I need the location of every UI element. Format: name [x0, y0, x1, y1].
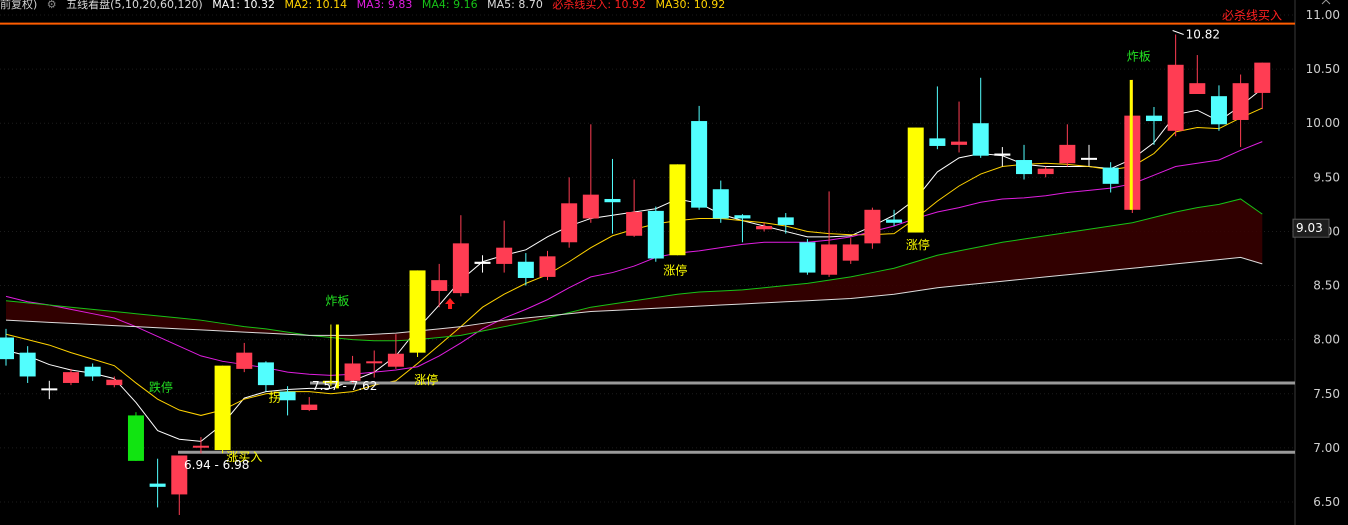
candle-body [799, 242, 816, 273]
signal-annotation: 涨停 [663, 263, 687, 278]
y-tick-label: 9.50 [1313, 170, 1340, 184]
candle-body [1081, 157, 1097, 160]
signal-annotation: 涨停 [906, 237, 930, 252]
candle-body [756, 226, 773, 230]
support-range-label: 6.94 - 6.98 [184, 458, 249, 472]
candle-body [431, 280, 448, 291]
y-tick-label: 6.50 [1313, 495, 1340, 509]
candle-body [626, 211, 643, 236]
candle-body [777, 217, 794, 225]
y-tick-label: 10.00 [1306, 116, 1340, 130]
y-tick-label: 8.50 [1313, 279, 1340, 293]
candle-body [1232, 83, 1249, 120]
candle-body [886, 219, 903, 223]
candle-body [691, 121, 708, 208]
candle-body [1254, 62, 1271, 93]
candlestick-chart[interactable]: 跌停炸板炸板涨停涨停涨停拐涨买入6.94 - 6.987.57 - 7.6210… [0, 0, 1348, 525]
candle-body [1189, 83, 1206, 95]
y-tick-label: 7.00 [1313, 441, 1340, 455]
candle-body [236, 352, 253, 369]
candle-body [1037, 168, 1054, 175]
y-axis: 11.0010.5010.009.509.008.508.007.507.006… [1292, 0, 1340, 509]
candle-body [106, 379, 123, 386]
candle-body [1016, 160, 1033, 175]
candle-body [257, 362, 274, 386]
candle-body [496, 247, 513, 264]
signal-annotation: 拐 [269, 389, 281, 404]
candle-body [0, 337, 14, 360]
candle-body [821, 244, 838, 275]
candle-body [19, 352, 36, 377]
candle-body [1210, 96, 1227, 125]
candle-body [669, 164, 686, 256]
candle-body [712, 189, 729, 219]
signals [335, 79, 1133, 389]
candle-body [994, 153, 1011, 156]
signal-annotation: 炸板 [1127, 49, 1151, 63]
buy-arrow-icon [445, 297, 456, 309]
candle-body [1145, 115, 1162, 122]
candle-body [1102, 167, 1119, 184]
buy-line-label: 必杀线买入 [1222, 8, 1282, 23]
signal-annotation: 跌停 [149, 380, 173, 395]
y-tick-label: 7.50 [1313, 387, 1340, 401]
candle-body [972, 123, 989, 156]
candle-body [907, 127, 924, 233]
candle-body [647, 210, 664, 259]
candle-body [366, 361, 383, 364]
candle-body [1167, 64, 1184, 131]
candle-body [517, 261, 534, 278]
candle-body [474, 261, 491, 264]
signal-annotation: 炸板 [325, 294, 349, 308]
candle-body [84, 366, 101, 377]
candle-body [62, 372, 79, 383]
support-range-label: 7.57 - 7.62 [312, 379, 377, 393]
y-tick-label: 10.50 [1306, 62, 1340, 76]
y-tick-label: 11.00 [1306, 8, 1340, 22]
candle-body [604, 198, 621, 203]
candle-body [842, 244, 859, 261]
candle-body [387, 353, 404, 367]
max-label-pointer [1172, 30, 1184, 35]
candle-body [214, 365, 231, 451]
candle-body [734, 215, 751, 219]
signal-annotation: 涨停 [414, 372, 438, 387]
price-tag: 9.03 [1296, 221, 1323, 235]
candle-body [864, 209, 881, 244]
max-price-label: 10.82 [1186, 27, 1220, 41]
candle-body [192, 445, 209, 448]
candle-body [582, 194, 599, 219]
candle-body [1059, 144, 1076, 164]
candle-body [41, 388, 58, 391]
candle-body [127, 415, 144, 461]
chevron-up-icon [1321, 0, 1331, 5]
candle-body [539, 256, 556, 277]
candle-body [452, 243, 469, 294]
candle-body [561, 203, 578, 243]
y-tick-label: 8.00 [1313, 333, 1340, 347]
candle-body [279, 391, 296, 401]
candles [0, 34, 1271, 515]
candle-body [301, 404, 318, 411]
candle-body [951, 141, 968, 145]
signal-bar [1129, 79, 1133, 210]
candle-body [149, 483, 166, 487]
candle-body [409, 270, 426, 353]
candle-body [929, 138, 946, 146]
